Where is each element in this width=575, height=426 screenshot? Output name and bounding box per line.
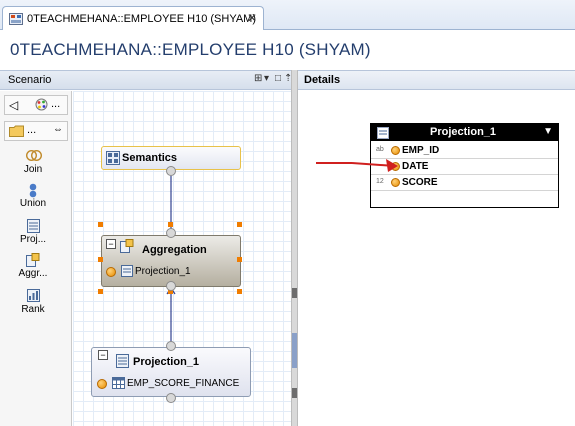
annotation-arrow-icon bbox=[316, 159, 398, 172]
